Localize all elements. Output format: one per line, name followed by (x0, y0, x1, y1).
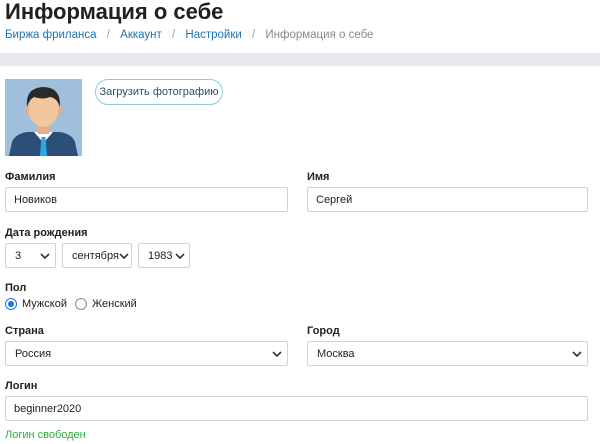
birth-day-select[interactable]: 3 (5, 243, 56, 268)
chevron-down-icon (569, 350, 585, 357)
first-name-label: Имя (307, 171, 330, 183)
breadcrumb-separator: / (171, 29, 176, 41)
chevron-down-icon (172, 252, 187, 259)
gender-female-radio[interactable]: Женский (75, 298, 137, 310)
last-name-input[interactable] (5, 187, 288, 212)
chevron-down-icon (269, 350, 285, 357)
upload-photo-button[interactable]: Загрузить фотографию (95, 79, 223, 105)
breadcrumb-link-freelance[interactable]: Биржа фриланса (5, 29, 97, 41)
breadcrumb-separator: / (251, 29, 256, 41)
birth-year-select[interactable]: 1983 (138, 243, 190, 268)
login-label: Логин (5, 380, 38, 392)
avatar (5, 79, 82, 156)
section-divider (0, 53, 600, 66)
gender-female-label: Женский (92, 298, 137, 310)
breadcrumb-link-settings[interactable]: Настройки (185, 29, 241, 41)
radio-unchecked-icon (75, 298, 87, 310)
breadcrumb-current: Информация о себе (265, 29, 374, 41)
gender-male-label: Мужской (22, 298, 67, 310)
city-label: Город (307, 325, 340, 337)
login-input[interactable] (5, 396, 588, 421)
city-select[interactable]: Москва (307, 341, 588, 366)
birth-day-value: 3 (15, 249, 22, 262)
country-select[interactable]: Россия (5, 341, 288, 366)
page-title: Информация о себе (5, 0, 224, 24)
radio-checked-icon (5, 298, 17, 310)
user-avatar-icon (5, 79, 82, 156)
chevron-down-icon (37, 252, 53, 259)
country-label: Страна (5, 325, 44, 337)
city-value: Москва (317, 347, 355, 360)
chevron-down-icon (119, 252, 129, 259)
last-name-label: Фамилия (5, 171, 56, 183)
breadcrumb-link-account[interactable]: Аккаунт (120, 29, 162, 41)
birth-year-value: 1983 (148, 249, 173, 262)
birth-month-select[interactable]: сентября (62, 243, 132, 268)
country-value: Россия (15, 347, 52, 360)
breadcrumb: Биржа фриланса / Аккаунт / Настройки / И… (5, 29, 373, 41)
gender-male-radio[interactable]: Мужской (5, 298, 67, 310)
login-status-message: Логин свободен (5, 429, 86, 441)
breadcrumb-separator: / (106, 29, 110, 41)
birth-date-label: Дата рождения (5, 227, 88, 239)
gender-label: Пол (5, 282, 27, 294)
birth-month-value: сентября (72, 249, 119, 262)
first-name-input[interactable] (307, 187, 588, 212)
